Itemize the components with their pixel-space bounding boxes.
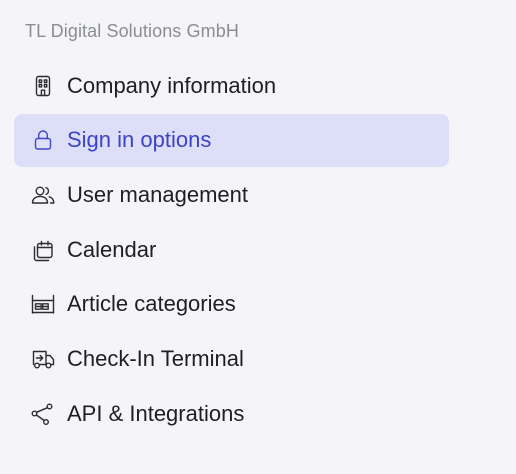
sidebar-item-user-management[interactable]: User management [14, 168, 449, 221]
sidebar-item-label: Check-In Terminal [67, 345, 244, 371]
building-icon [29, 72, 57, 100]
sidebar-item-sign-in-options[interactable]: Sign in options [14, 113, 449, 167]
sidebar-item-label: API & Integrations [67, 400, 245, 426]
sidebar-item-calendar[interactable]: Calendar [14, 223, 449, 276]
sidebar-item-company-information[interactable]: Company information [14, 59, 449, 112]
sidebar-item-label: Sign in options [67, 127, 212, 153]
sidebar-item-api-integrations[interactable]: API & Integrations [14, 387, 449, 440]
organization-name: TL Digital Solutions GmbH [25, 21, 239, 41]
settings-nav: Company information Sign in options User… [14, 59, 449, 442]
shelf-icon [29, 290, 57, 318]
users-icon [29, 181, 57, 209]
sidebar-item-label: Company information [67, 72, 277, 98]
sidebar-item-label: User management [67, 181, 248, 207]
lock-icon [29, 126, 57, 154]
truck-icon [29, 345, 57, 373]
share-icon [29, 400, 57, 428]
sidebar-item-article-categories[interactable]: Article categories [14, 278, 449, 331]
settings-sidebar: TL Digital Solutions GmbH Company inform… [0, 0, 516, 474]
sidebar-item-label: Calendar [67, 236, 157, 262]
calendar-icon [29, 236, 57, 264]
sidebar-item-check-in-terminal[interactable]: Check-In Terminal [14, 332, 449, 385]
sidebar-item-label: Article categories [67, 291, 236, 317]
